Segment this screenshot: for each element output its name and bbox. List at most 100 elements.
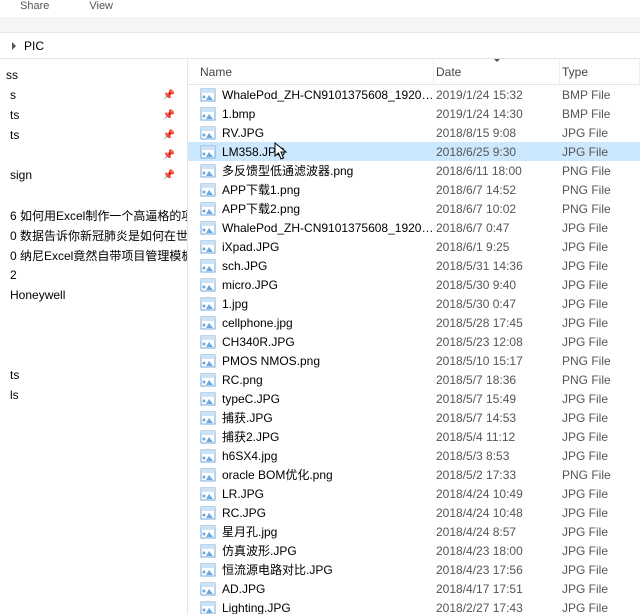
breadcrumb-folder[interactable]: PIC <box>24 39 44 53</box>
file-row[interactable]: 捕获2.JPG2018/5/4 11:12JPG File <box>188 427 640 446</box>
pin-icon: 📌 <box>163 130 181 141</box>
sidebar-item[interactable]: 2 <box>0 265 187 285</box>
file-name: RV.JPG <box>222 126 264 140</box>
file-date: 2018/5/3 8:53 <box>434 449 560 463</box>
file-row[interactable]: LR.JPG2018/4/24 10:49JPG File <box>188 484 640 503</box>
file-type: JPG File <box>560 240 640 254</box>
file-row[interactable]: sch.JPG2018/5/31 14:36JPG File <box>188 256 640 275</box>
file-date: 2018/4/23 18:00 <box>434 544 560 558</box>
file-row[interactable]: AD.JPG2018/4/17 17:51JPG File <box>188 579 640 598</box>
file-row[interactable]: WhalePod_ZH-CN9101375608_1920x1200.jpg20… <box>188 218 640 237</box>
tab-view[interactable]: View <box>89 0 113 12</box>
file-date: 2018/5/4 11:12 <box>434 430 560 444</box>
file-type: JPG File <box>560 544 640 558</box>
file-row[interactable]: 星月孔.jpg2018/4/24 8:57JPG File <box>188 522 640 541</box>
header-type[interactable]: Type <box>560 59 640 84</box>
file-row[interactable]: 仿真波形.JPG2018/4/23 18:00JPG File <box>188 541 640 560</box>
sidebar-item[interactable] <box>0 305 187 325</box>
file-name: sch.JPG <box>222 259 267 273</box>
sidebar-item[interactable]: 0 纳尼Excel竟然自带项目管理模板 <box>0 245 187 265</box>
file-row[interactable]: CH340R.JPG2018/5/23 12:08JPG File <box>188 332 640 351</box>
file-row[interactable]: WhalePod_ZH-CN9101375608_1920x1200.b...2… <box>188 85 640 104</box>
file-row[interactable]: 捕获.JPG2018/5/7 14:53JPG File <box>188 408 640 427</box>
file-row[interactable]: iXpad.JPG2018/6/1 9:25JPG File <box>188 237 640 256</box>
file-type: JPG File <box>560 126 640 140</box>
sidebar-item-label: ls <box>10 388 19 402</box>
sidebar-item[interactable]: ts📌 <box>0 125 187 145</box>
image-file-icon <box>200 544 216 558</box>
sidebar-item[interactable]: ts📌 <box>0 105 187 125</box>
image-file-icon <box>200 335 216 349</box>
file-row[interactable]: Lighting.JPG2018/2/27 17:43JPG File <box>188 598 640 614</box>
chevron-right-icon[interactable] <box>12 42 16 50</box>
sidebar-item[interactable]: Honeywell <box>0 285 187 305</box>
sidebar-item[interactable]: s📌 <box>0 85 187 105</box>
sidebar-item[interactable]: 📌 <box>0 145 187 165</box>
image-file-icon <box>200 354 216 368</box>
file-date: 2018/5/7 14:53 <box>434 411 560 425</box>
sort-desc-icon <box>493 59 501 62</box>
sidebar-item[interactable]: sign📌 <box>0 165 187 185</box>
file-row[interactable]: PMOS NMOS.png2018/5/10 15:17PNG File <box>188 351 640 370</box>
nav-sidebar: ss s📌ts📌ts📌📌sign📌6 如何用Excel制作一个高逼格的项0 数据… <box>0 59 188 614</box>
file-name: CH340R.JPG <box>222 335 295 349</box>
file-name: 1.bmp <box>222 107 255 121</box>
file-name: Lighting.JPG <box>222 601 291 614</box>
file-row[interactable]: micro.JPG2018/5/30 9:40JPG File <box>188 275 640 294</box>
sidebar-item[interactable]: ts <box>0 365 187 385</box>
image-file-icon <box>200 107 216 121</box>
column-headers: Name Date Type <box>188 59 640 85</box>
file-date: 2018/4/24 10:49 <box>434 487 560 501</box>
file-date: 2018/4/23 17:56 <box>434 563 560 577</box>
breadcrumb[interactable]: PIC <box>0 33 640 59</box>
file-row[interactable]: APP下载1.png2018/6/7 14:52PNG File <box>188 180 640 199</box>
file-type: JPG File <box>560 487 640 501</box>
file-row[interactable]: RV.JPG2018/8/15 9:08JPG File <box>188 123 640 142</box>
sidebar-item[interactable] <box>0 345 187 365</box>
image-file-icon <box>200 601 216 614</box>
sidebar-item-label: 2 <box>10 268 17 282</box>
quick-access[interactable]: ss <box>0 65 187 85</box>
header-name[interactable]: Name <box>188 59 434 84</box>
file-row[interactable]: h6SX4.jpg2018/5/3 8:53JPG File <box>188 446 640 465</box>
file-type: JPG File <box>560 145 640 159</box>
file-name: PMOS NMOS.png <box>222 354 320 368</box>
file-row[interactable]: oracle BOM优化.png2018/5/2 17:33PNG File <box>188 465 640 484</box>
image-file-icon <box>200 164 216 178</box>
image-file-icon <box>200 411 216 425</box>
file-row[interactable]: cellphone.jpg2018/5/28 17:45JPG File <box>188 313 640 332</box>
file-row[interactable]: LM358.JPG2018/6/25 9:30JPG File <box>188 142 640 161</box>
file-date: 2018/6/1 9:25 <box>434 240 560 254</box>
file-type: JPG File <box>560 430 640 444</box>
sidebar-item[interactable]: ls <box>0 385 187 405</box>
sidebar-item-label: sign <box>10 168 32 182</box>
file-row[interactable]: 1.bmp2019/1/24 14:30BMP File <box>188 104 640 123</box>
header-date[interactable]: Date <box>434 59 560 84</box>
file-date: 2018/6/7 10:02 <box>434 202 560 216</box>
file-type: JPG File <box>560 278 640 292</box>
sidebar-item[interactable] <box>0 325 187 345</box>
file-date: 2018/5/23 12:08 <box>434 335 560 349</box>
file-row[interactable]: 多反馈型低通滤波器.png2018/6/11 18:00PNG File <box>188 161 640 180</box>
file-row[interactable]: RC.JPG2018/4/24 10:48JPG File <box>188 503 640 522</box>
sidebar-item-label: ts <box>10 368 19 382</box>
image-file-icon <box>200 240 216 254</box>
quick-access-label: ss <box>6 68 18 82</box>
file-type: PNG File <box>560 202 640 216</box>
tab-share[interactable]: Share <box>20 0 49 12</box>
file-name: 星月孔.jpg <box>222 523 277 540</box>
file-date: 2018/5/28 17:45 <box>434 316 560 330</box>
file-row[interactable]: RC.png2018/5/7 18:36PNG File <box>188 370 640 389</box>
sidebar-item-label: ts <box>10 108 19 122</box>
file-row[interactable]: 恒流源电路对比.JPG2018/4/23 17:56JPG File <box>188 560 640 579</box>
file-date: 2018/5/30 0:47 <box>434 297 560 311</box>
sidebar-item[interactable]: 0 数据告诉你新冠肺炎是如何在世 <box>0 225 187 245</box>
file-name: AD.JPG <box>222 582 265 596</box>
file-row[interactable]: APP下载2.png 2018/6/7 10:02PNG File <box>188 199 640 218</box>
file-row[interactable]: typeC.JPG2018/5/7 15:49JPG File <box>188 389 640 408</box>
sidebar-item[interactable]: 6 如何用Excel制作一个高逼格的项 <box>0 205 187 225</box>
file-row[interactable]: 1.jpg2018/5/30 0:47JPG File <box>188 294 640 313</box>
image-file-icon <box>200 126 216 140</box>
sidebar-item[interactable] <box>0 185 187 205</box>
file-name: APP下载2.png <box>222 200 300 217</box>
